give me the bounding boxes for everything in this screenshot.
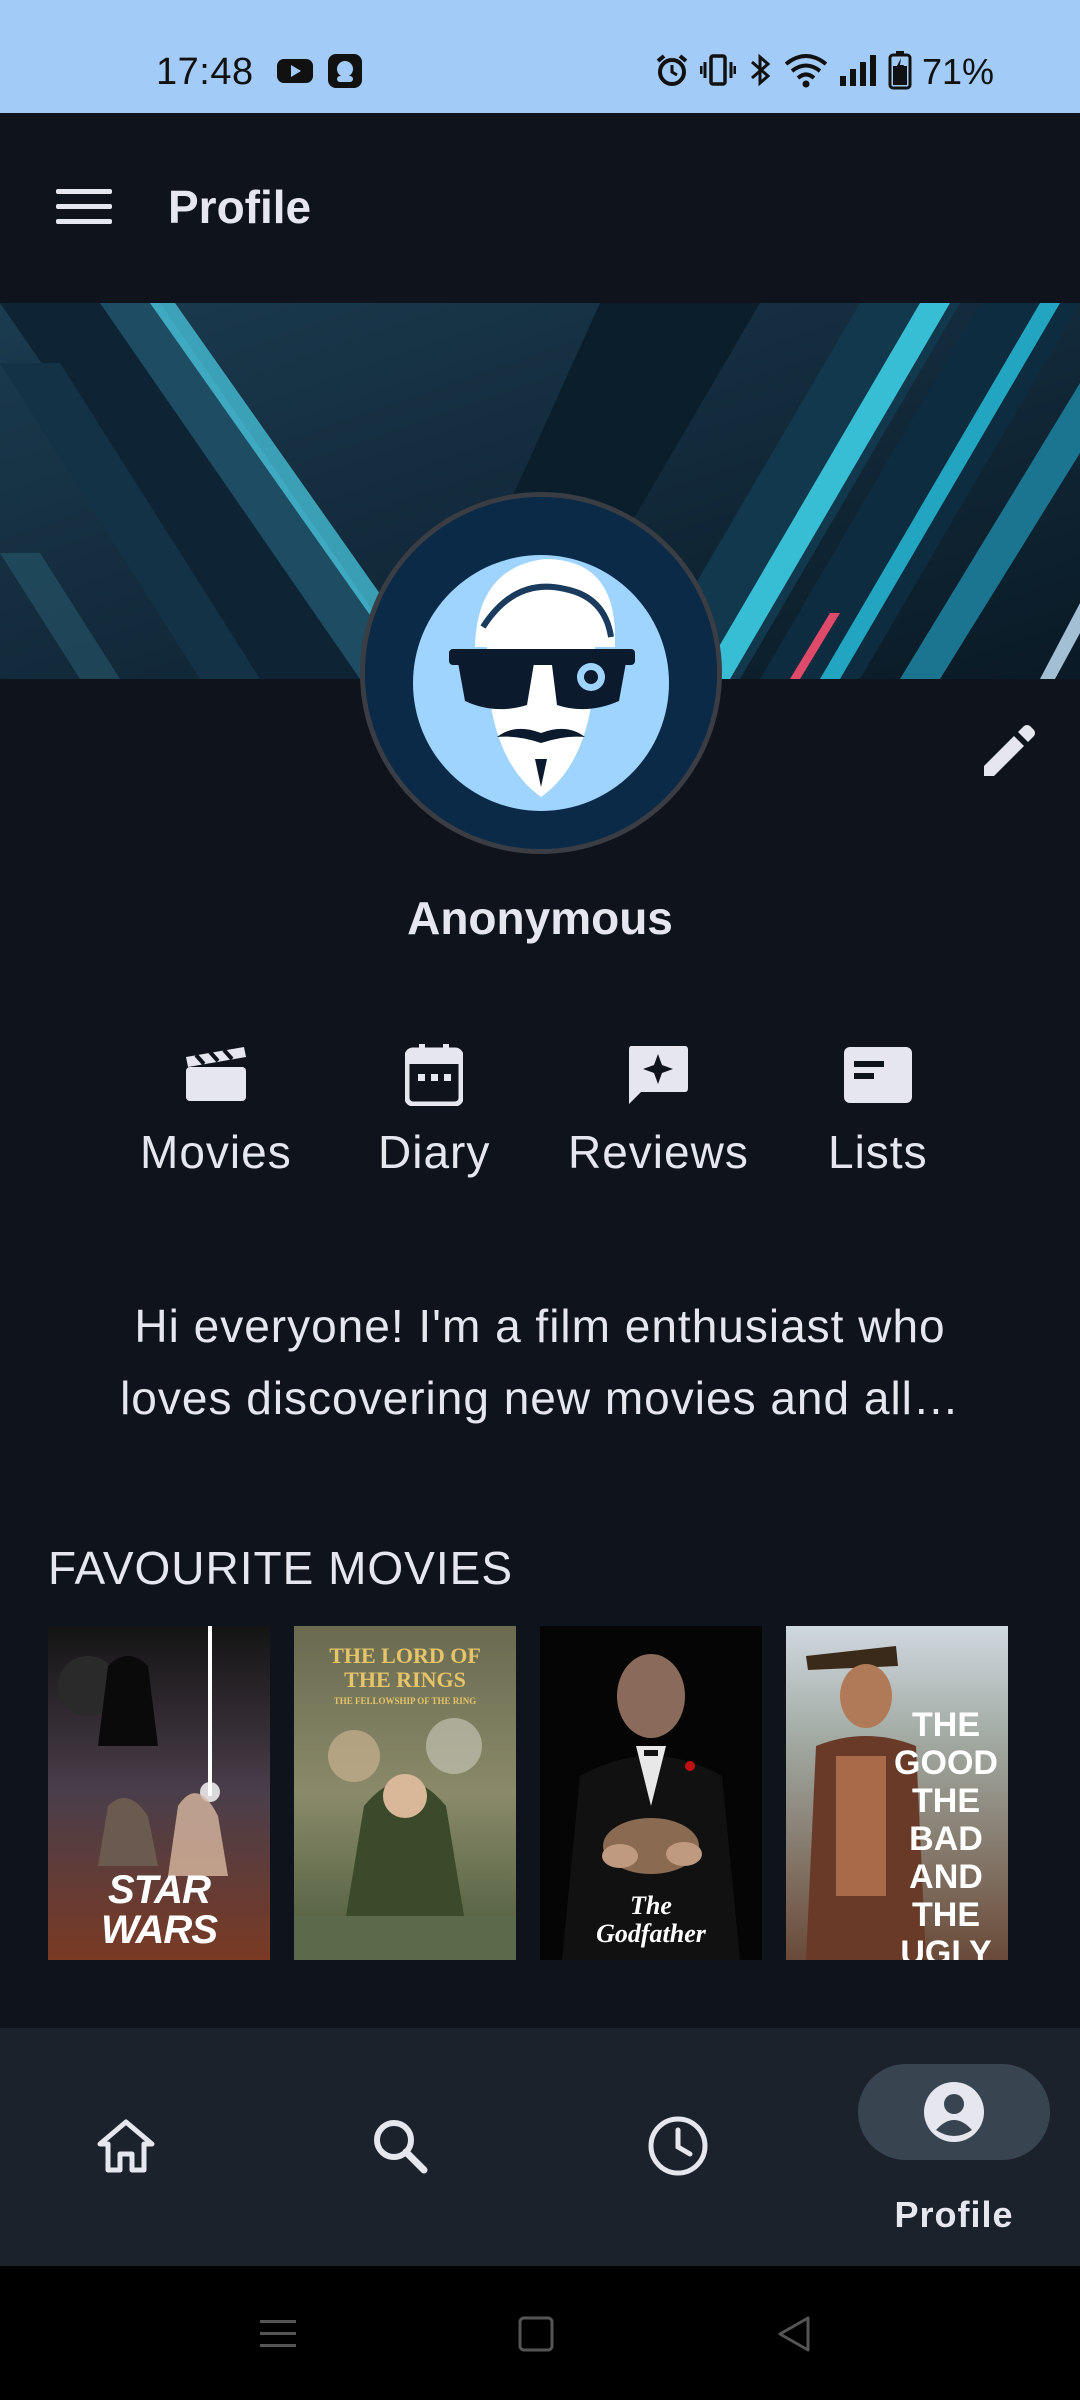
poster-title: THE GOOD THE BAD AND THE UGLY	[894, 1706, 998, 1960]
recent-apps-button[interactable]	[248, 2306, 308, 2362]
poster-lord-of-the-rings[interactable]: THE LORD OF THE RINGS THE FELLOWSHIP OF …	[294, 1626, 516, 1960]
bottom-navigation: Profile	[0, 2028, 1080, 2266]
poster-godfather[interactable]: The Godfather	[540, 1626, 762, 1960]
menu-button[interactable]	[40, 163, 128, 251]
status-notification-icons	[276, 52, 364, 95]
home-square-icon	[518, 2316, 554, 2352]
favourites-heading: FAVOURITE MOVIES	[48, 1542, 513, 1594]
nav-home[interactable]	[26, 2028, 226, 2266]
nav-profile[interactable]: Profile	[854, 2028, 1054, 2266]
profile-stats: Movies Diary Reviews Lists	[0, 1040, 1080, 1180]
stat-label: Diary	[378, 1126, 491, 1178]
favourite-posters: STAR WARS THE LORD OF THE RINGS THE FELL…	[48, 1626, 1008, 1960]
poster-subtitle: THE FELLOWSHIP OF THE RING	[333, 1696, 477, 1706]
list-card-icon	[843, 1040, 913, 1110]
profile-icon	[924, 2082, 984, 2142]
stat-reviews[interactable]: Reviews	[568, 1040, 749, 1180]
app-bar: Profile	[0, 113, 1080, 303]
search-icon	[374, 2120, 428, 2174]
calendar-icon	[399, 1040, 469, 1110]
signal-icon	[838, 52, 878, 93]
nav-label: Profile	[894, 2194, 1014, 2235]
poster-good-bad-ugly[interactable]: THE GOOD THE BAD AND THE UGLY	[786, 1626, 1008, 1960]
edit-profile-button[interactable]	[968, 712, 1048, 792]
battery-icon	[888, 50, 912, 95]
poster-title: The Godfather	[596, 1891, 706, 1948]
page-title: Profile	[168, 181, 312, 233]
back-button[interactable]	[764, 2306, 824, 2362]
avatar[interactable]	[360, 492, 722, 854]
wifi-icon	[784, 52, 828, 93]
recent-apps-icon	[260, 2320, 296, 2347]
app-notification-icon	[326, 52, 364, 95]
poster-title: THE LORD OF THE RINGS	[329, 1643, 481, 1692]
home-system-button[interactable]	[506, 2306, 566, 2362]
stat-diary[interactable]: Diary	[378, 1040, 490, 1180]
nav-history[interactable]	[578, 2028, 778, 2266]
back-triangle-icon	[778, 2316, 810, 2352]
status-bar: 17:48 71%	[0, 0, 1080, 113]
username: Anonymous	[407, 892, 673, 944]
nav-search[interactable]	[300, 2028, 500, 2266]
stat-label: Movies	[140, 1126, 292, 1178]
stat-movies[interactable]: Movies	[140, 1040, 292, 1180]
history-clock-icon	[648, 2116, 708, 2176]
hamburger-menu-icon	[56, 189, 112, 224]
vibrate-icon	[699, 52, 737, 93]
stat-label: Reviews	[568, 1126, 749, 1178]
pencil-icon	[984, 725, 1035, 776]
poster-star-wars[interactable]: STAR WARS	[48, 1626, 270, 1960]
system-navigation-bar	[0, 2266, 1080, 2400]
stat-label: Lists	[828, 1126, 928, 1178]
battery-percent: 71%	[921, 51, 994, 92]
youtube-icon	[276, 52, 314, 95]
status-system-icons: 71%	[654, 48, 994, 96]
clapperboard-icon	[181, 1040, 251, 1110]
stat-lists[interactable]: Lists	[828, 1040, 928, 1180]
profile-bio[interactable]: Hi everyone! I'm a film enthusiast who l…	[80, 1290, 1000, 1434]
bluetooth-icon	[746, 52, 774, 93]
poster-title: STAR WARS	[101, 1868, 218, 1952]
review-icon	[623, 1040, 693, 1110]
status-time: 17:48	[156, 51, 254, 93]
alarm-icon	[654, 52, 690, 93]
home-icon	[97, 2119, 155, 2173]
